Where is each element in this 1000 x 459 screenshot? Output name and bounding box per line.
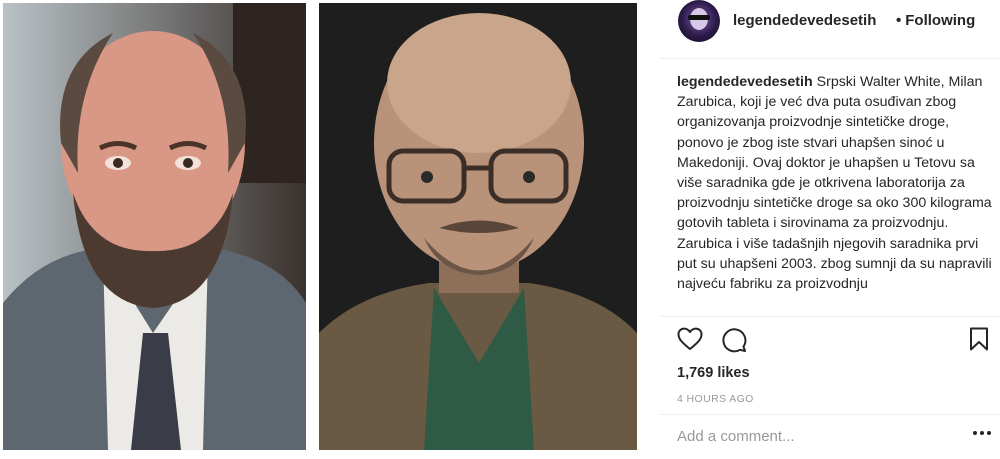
- caption-username[interactable]: legendedevedesetih: [677, 74, 813, 90]
- post-panel: legendedevedesetih • Following legendedev…: [660, 0, 1000, 459]
- speech-bubble-icon: [722, 328, 747, 353]
- more-options-button[interactable]: [973, 431, 991, 437]
- avatar[interactable]: [678, 0, 720, 42]
- follow-status[interactable]: • Following: [892, 12, 975, 29]
- caption-text: Srpski Walter White, Milan Zarubica, koj…: [677, 74, 992, 293]
- bookmark-icon: [970, 327, 988, 351]
- ellipsis-icon: [980, 431, 984, 435]
- heart-outline-icon: [677, 327, 703, 350]
- ellipsis-icon: [987, 431, 991, 435]
- post-timestamp[interactable]: 4 HOURS AGO: [677, 393, 754, 405]
- follow-label[interactable]: Following: [905, 12, 975, 29]
- post-header: legendedevedesetih • Following: [660, 0, 1000, 59]
- like-button[interactable]: [677, 327, 703, 351]
- save-button[interactable]: [969, 327, 989, 351]
- post-actions: 1,769 likes 4 HOURS AGO: [660, 316, 1000, 457]
- ellipsis-icon: [973, 431, 977, 435]
- comment-section: [660, 414, 1000, 458]
- comment-button[interactable]: [721, 327, 747, 353]
- photo-walter-white: [319, 3, 637, 450]
- username-link[interactable]: legendedevedesetih: [733, 12, 876, 29]
- avatar-glasses: [688, 15, 710, 20]
- likes-count[interactable]: 1,769 likes: [677, 365, 750, 381]
- post-media[interactable]: [0, 0, 660, 459]
- comment-input[interactable]: [677, 425, 937, 447]
- post-caption: legendedevedesetih Srpski Walter White, M…: [677, 72, 993, 316]
- photo-bearded-man: [3, 3, 306, 450]
- separator-dot: •: [896, 12, 902, 29]
